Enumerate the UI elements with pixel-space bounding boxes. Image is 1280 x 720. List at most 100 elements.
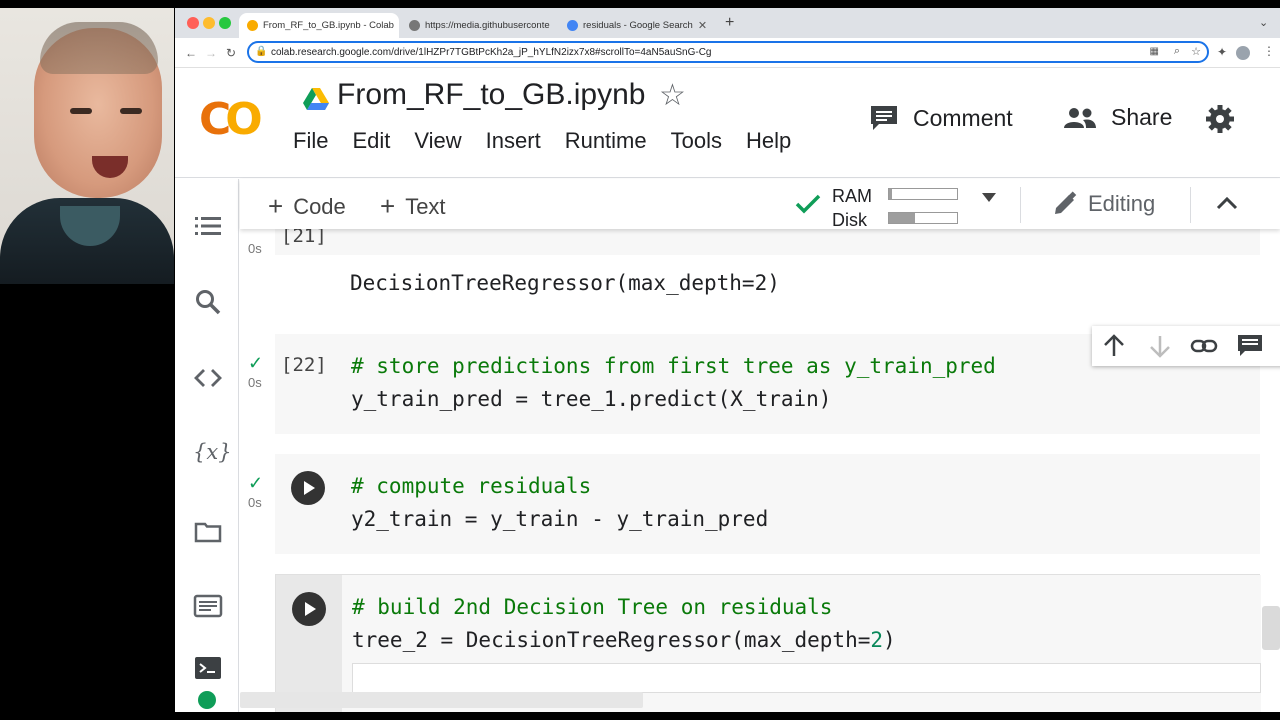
- ram-usage-bar: [888, 188, 958, 200]
- comment-icon: [871, 106, 897, 130]
- connected-checkmark-icon: [795, 194, 821, 214]
- colab-favicon-icon: [247, 20, 258, 31]
- menu-runtime[interactable]: Runtime: [565, 128, 647, 154]
- browser-tab-google[interactable]: residuals - Google Search ✕: [559, 13, 715, 38]
- browser-tab-github[interactable]: https://media.githubuserconte ✕: [401, 13, 551, 38]
- plus-icon: +: [380, 191, 396, 221]
- cell-runtime: 0s: [248, 241, 262, 256]
- profile-avatar[interactable]: [1236, 46, 1250, 60]
- people-icon: [1064, 107, 1096, 128]
- close-window-button[interactable]: [187, 17, 199, 29]
- code-cell-residuals[interactable]: # compute residuals y2_train = y_train -…: [275, 454, 1260, 554]
- minimize-window-button[interactable]: [203, 17, 215, 29]
- comment-icon[interactable]: [1236, 332, 1264, 360]
- tab-search-chevron-icon[interactable]: ⌄: [1259, 16, 1268, 29]
- menu-file[interactable]: File: [293, 128, 328, 154]
- bookmark-star-icon[interactable]: ☆: [1191, 45, 1201, 58]
- table-of-contents-icon[interactable]: [193, 211, 223, 241]
- qr-code-icon[interactable]: ▦: [1150, 46, 1159, 57]
- cell-success-check-icon: ✓: [248, 473, 264, 493]
- webcam-eye: [120, 108, 142, 114]
- menu-insert[interactable]: Insert: [486, 128, 541, 154]
- settings-gear-icon[interactable]: [1205, 104, 1235, 134]
- left-sidebar: {x}: [175, 179, 239, 712]
- colab-header: CO From_RF_to_GB.ipynb ☆ File Edit View …: [175, 68, 1280, 178]
- colab-logo[interactable]: CO: [199, 94, 263, 145]
- google-drive-icon[interactable]: [303, 88, 329, 112]
- back-arrow-icon[interactable]: ←: [185, 46, 197, 60]
- share-label: Share: [1111, 104, 1173, 130]
- command-palette-icon[interactable]: [193, 591, 223, 621]
- move-cell-up-icon[interactable]: [1100, 332, 1128, 360]
- tab-label: https://media.githubuserconte: [425, 20, 550, 31]
- extensions-puzzle-icon[interactable]: ✦: [1217, 45, 1227, 59]
- share-button[interactable]: Share: [1063, 104, 1172, 131]
- google-favicon-icon: [567, 20, 578, 31]
- run-cell-button[interactable]: [291, 471, 325, 505]
- close-tab-icon[interactable]: ✕: [698, 19, 707, 32]
- menu-view[interactable]: View: [414, 128, 461, 154]
- tab-label: From_RF_to_GB.ipynb - Colab: [263, 20, 394, 31]
- url-input[interactable]: 🔒 colab.research.google.com/drive/1lHZPr…: [247, 41, 1209, 63]
- horizontal-scrollbar[interactable]: [240, 692, 643, 708]
- editing-label: Editing: [1088, 191, 1156, 216]
- menu-edit[interactable]: Edit: [352, 128, 390, 154]
- new-tab-icon[interactable]: +: [725, 14, 734, 32]
- url-text: colab.research.google.com/drive/1lHZPr7T…: [271, 46, 712, 58]
- cell-runtime: 0s: [248, 495, 262, 510]
- editing-mode-button[interactable]: Editing: [1052, 191, 1155, 217]
- code-text: ): [883, 628, 896, 652]
- reload-icon[interactable]: ↻: [226, 46, 236, 60]
- cell-runtime: 0s: [248, 375, 262, 390]
- lock-icon: 🔒: [255, 46, 268, 57]
- ram-label: RAM: [832, 186, 872, 206]
- add-text-cell-button[interactable]: + Text: [380, 191, 446, 222]
- browser-tab-colab[interactable]: From_RF_to_GB.ipynb - Colab ✕: [239, 13, 399, 38]
- resource-monitor[interactable]: RAM Disk: [832, 184, 872, 232]
- notebook-content: [21] 0s DecisionTreeRegressor(max_depth=…: [240, 229, 1280, 712]
- plus-icon: +: [268, 191, 284, 221]
- code-line: y_train_pred = tree_1.predict(X_train): [351, 387, 832, 411]
- address-bar-row: ← → ↻ 🔒 colab.research.google.com/drive/…: [175, 38, 1280, 68]
- notebook-toolbar: + Code + Text RAM Disk Editing: [240, 179, 1280, 232]
- link-icon[interactable]: [1190, 332, 1218, 360]
- code-line: y2_train = y_train - y_train_pred: [351, 507, 769, 531]
- code-input-line[interactable]: [352, 663, 1261, 693]
- code-cell-21[interactable]: [21]: [275, 229, 1260, 255]
- zoom-icon[interactable]: ⌕: [1174, 45, 1180, 58]
- move-cell-down-icon[interactable]: [1146, 332, 1174, 360]
- comment-button[interactable]: Comment: [869, 104, 1013, 132]
- globe-favicon-icon: [409, 20, 420, 31]
- resources-dropdown-icon[interactable]: [982, 193, 996, 202]
- maximize-window-button[interactable]: [219, 17, 231, 29]
- terminal-icon[interactable]: [193, 653, 223, 683]
- forward-arrow-icon[interactable]: →: [205, 46, 217, 60]
- menu-tools[interactable]: Tools: [671, 128, 722, 154]
- toolbar-divider: [1190, 187, 1191, 223]
- disk-usage-bar: [888, 212, 958, 224]
- code-text: tree_2 = DecisionTreeRegressor(max_depth…: [352, 628, 871, 652]
- code-comment: # build 2nd Decision Tree on residuals: [352, 595, 833, 619]
- star-icon[interactable]: ☆: [659, 78, 686, 113]
- files-folder-icon[interactable]: [193, 517, 223, 547]
- browser-window: From_RF_to_GB.ipynb - Colab ✕ https://me…: [175, 8, 1280, 712]
- connection-status-dot: [198, 691, 216, 709]
- variables-icon[interactable]: {x}: [193, 437, 232, 467]
- add-code-cell-button[interactable]: + Code: [268, 191, 346, 222]
- code-comment: # compute residuals: [351, 474, 592, 498]
- run-cell-button[interactable]: [292, 592, 326, 626]
- comment-label: Comment: [913, 104, 1013, 131]
- webcam-eye: [70, 108, 92, 114]
- tab-label: residuals - Google Search: [583, 20, 693, 31]
- notebook-title[interactable]: From_RF_to_GB.ipynb: [337, 78, 645, 112]
- code-snippets-icon[interactable]: [193, 363, 223, 393]
- disk-usage-fill: [889, 213, 915, 223]
- screen: From_RF_to_GB.ipynb - Colab ✕ https://me…: [0, 0, 1280, 720]
- collapse-header-chevron-icon[interactable]: [1216, 195, 1238, 211]
- menu-help[interactable]: Help: [746, 128, 791, 154]
- tab-strip: From_RF_to_GB.ipynb - Colab ✕ https://me…: [175, 8, 1280, 38]
- browser-menu-icon[interactable]: ⋮: [1263, 44, 1275, 58]
- search-icon[interactable]: [193, 287, 223, 317]
- vertical-scrollbar[interactable]: [1262, 606, 1280, 650]
- add-text-label: Text: [405, 193, 446, 219]
